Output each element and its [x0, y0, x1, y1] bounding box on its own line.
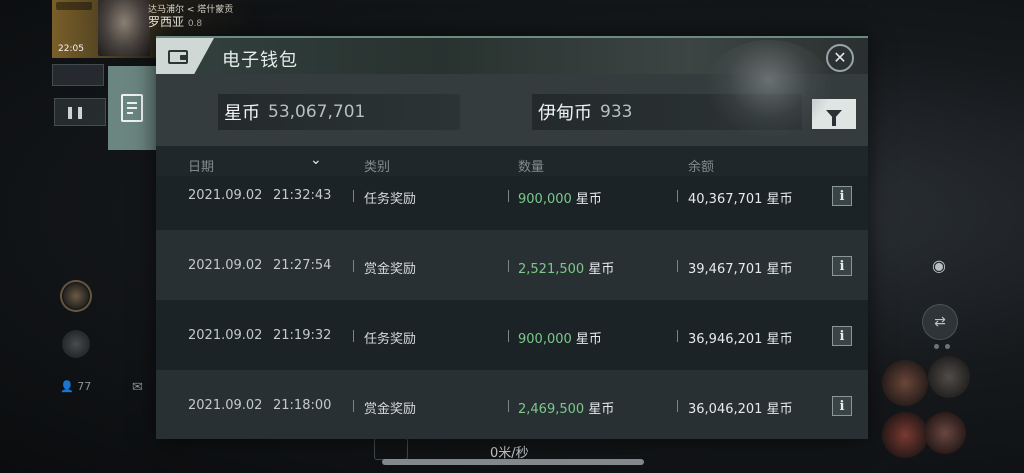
- row-amount: 2,521,500 星币: [518, 262, 615, 277]
- balance-label: 伊甸币: [538, 103, 592, 124]
- pilot-count: 👤 77: [60, 380, 92, 393]
- star-coin-balance: 星币 53,067,701: [218, 94, 460, 130]
- document-icon: [121, 94, 143, 122]
- divider: [508, 330, 509, 342]
- row-time: 21:32:43: [273, 188, 332, 203]
- divider: [677, 190, 678, 202]
- divider: [353, 400, 354, 412]
- transaction-list[interactable]: 2021.09.02 21:32:43 任务奖励 900,000 星币 40,3…: [156, 176, 868, 439]
- balance-strip: 星币 53,067,701 伊甸币 933: [156, 74, 868, 146]
- row-amount: 900,000 星币: [518, 332, 602, 347]
- level-indicator: [56, 2, 92, 10]
- row-date: 2021.09.02: [188, 398, 263, 413]
- header-type: 类别: [364, 160, 391, 175]
- divider: [508, 400, 509, 412]
- character-portrait: [98, 0, 150, 56]
- row-amount: 2,469,500 星币: [518, 402, 615, 417]
- filter-icon: [826, 109, 842, 126]
- info-button[interactable]: i: [832, 186, 852, 206]
- row-balance: 40,367,701 星币: [688, 192, 793, 207]
- table-row[interactable]: 2021.09.02 21:27:54 赏金奖励 2,521,500 星币 39…: [156, 230, 868, 300]
- transactions-tab[interactable]: [108, 66, 156, 150]
- divider: [353, 260, 354, 272]
- table-row[interactable]: 2021.09.02 21:18:00 赏金奖励 2,469,500 星币 36…: [156, 370, 868, 439]
- camera-icon[interactable]: [374, 438, 408, 460]
- divider: [677, 330, 678, 342]
- row-date: 2021.09.02: [188, 188, 263, 203]
- character-name: 罗西亚 0.8: [148, 15, 203, 29]
- target-icon[interactable]: [60, 280, 92, 312]
- wallet-title: 电子钱包: [222, 50, 298, 71]
- home-indicator[interactable]: [382, 459, 644, 465]
- close-button[interactable]: ✕: [826, 44, 854, 72]
- row-balance: 36,946,201 星币: [688, 332, 793, 347]
- row-date: 2021.09.02: [188, 328, 263, 343]
- balance-value: 933: [600, 102, 633, 122]
- info-button[interactable]: i: [832, 396, 852, 416]
- info-button[interactable]: i: [832, 256, 852, 276]
- header-amount: 数量: [518, 160, 545, 175]
- person-icon: 👤: [60, 380, 74, 393]
- row-time: 21:18:00: [273, 398, 332, 413]
- divider: [508, 260, 509, 272]
- row-time: 21:19:32: [273, 328, 332, 343]
- row-balance: 39,467,701 星币: [688, 262, 793, 277]
- swap-icon[interactable]: ⇄: [922, 304, 958, 340]
- wallet-titlebar: 电子钱包: [156, 36, 868, 76]
- divider: [353, 190, 354, 202]
- divider: [677, 400, 678, 412]
- module-slot[interactable]: [882, 360, 928, 406]
- row-balance: 36,046,201 星币: [688, 402, 793, 417]
- balance-value: 53,067,701: [268, 102, 366, 122]
- header-balance: 余额: [688, 160, 715, 175]
- header-date[interactable]: 日期: [188, 156, 214, 175]
- title-icon-box: [156, 38, 214, 76]
- clock: 22:05: [58, 44, 84, 54]
- filter-button[interactable]: [812, 99, 856, 129]
- eye-icon[interactable]: ◉: [922, 248, 956, 282]
- row-amount: 900,000 星币: [518, 192, 602, 207]
- row-date: 2021.09.02: [188, 258, 263, 273]
- divider: [677, 260, 678, 272]
- wallet-panel: 电子钱包 星币 53,067,701 伊甸币 933 ✕ 日期 ⌄ 类别 数量 …: [156, 36, 868, 439]
- chevron-down-icon[interactable]: ⌄: [310, 152, 322, 168]
- row-time: 21:27:54: [273, 258, 332, 273]
- column-headers: 日期 ⌄ 类别 数量 余额: [156, 152, 868, 176]
- row-type: 任务奖励: [364, 192, 417, 207]
- mail-icon[interactable]: ✉: [132, 380, 143, 395]
- pause-icon: ❚❚: [65, 105, 86, 119]
- info-button[interactable]: i: [832, 326, 852, 346]
- close-icon: ✕: [833, 48, 847, 67]
- divider: [353, 330, 354, 342]
- module-slot[interactable]: [882, 412, 928, 458]
- row-type: 任务奖励: [364, 332, 417, 347]
- eden-coin-balance: 伊甸币 933: [532, 94, 802, 130]
- balance-label: 星币: [224, 103, 260, 124]
- contacts-icon[interactable]: [62, 330, 90, 358]
- page-dots: [934, 344, 950, 349]
- row-type: 赏金奖励: [364, 402, 417, 417]
- divider: [508, 190, 509, 202]
- module-slot[interactable]: [924, 412, 966, 454]
- table-row[interactable]: 2021.09.02 21:19:32 任务奖励 900,000 星币 36,9…: [156, 300, 868, 370]
- row-type: 赏金奖励: [364, 262, 417, 277]
- wallet-icon: [168, 50, 188, 64]
- pause-button[interactable]: ❚❚: [54, 98, 106, 126]
- module-slot[interactable]: [928, 356, 970, 398]
- cargo-row[interactable]: [52, 64, 104, 86]
